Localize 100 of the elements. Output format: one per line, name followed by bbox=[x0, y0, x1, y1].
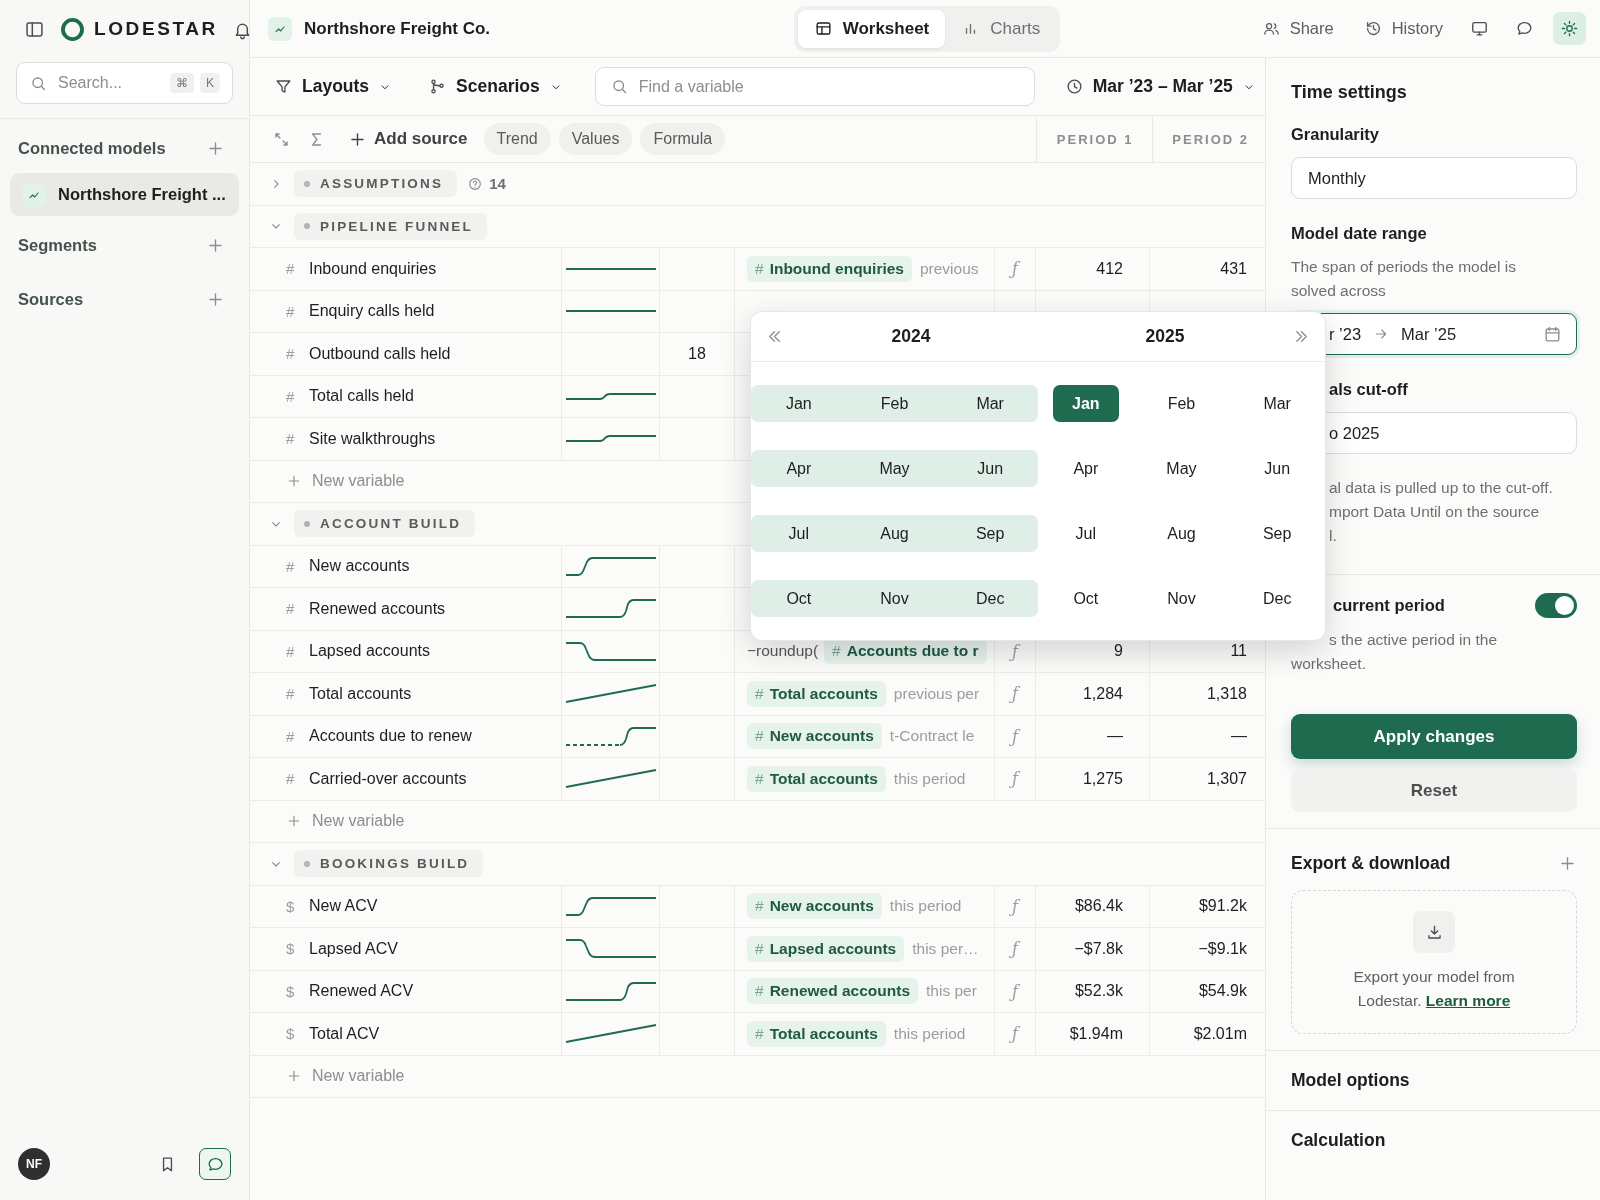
search-field[interactable]: Search... ⌘ K bbox=[16, 62, 233, 104]
month-option[interactable]: Aug bbox=[846, 515, 943, 552]
column-toggle[interactable]: Formula bbox=[640, 123, 726, 155]
help-icon bbox=[467, 175, 484, 192]
type-symbol: # bbox=[286, 642, 296, 660]
variable-name[interactable]: Inbound enquiries bbox=[309, 259, 437, 278]
formula-text: −roundup( bbox=[747, 642, 819, 661]
variable-name[interactable]: Total ACV bbox=[309, 1024, 380, 1043]
section-title: Connected models bbox=[18, 138, 166, 158]
variable-chip[interactable]: # Total accounts bbox=[747, 765, 886, 792]
user-avatar[interactable]: NF bbox=[18, 1148, 50, 1180]
variable-name[interactable]: Outbound calls held bbox=[309, 344, 451, 363]
view-tab[interactable]: Charts bbox=[945, 9, 1057, 48]
period-value: — bbox=[1231, 727, 1247, 746]
action-button[interactable]: History bbox=[1363, 19, 1443, 38]
view-tab[interactable]: Worksheet bbox=[797, 9, 946, 48]
variable-name[interactable]: Accounts due to renew bbox=[309, 727, 472, 746]
sun-button[interactable] bbox=[1553, 12, 1586, 45]
plus-icon[interactable] bbox=[1558, 854, 1577, 873]
variable-chip[interactable]: # Total accounts bbox=[747, 680, 886, 707]
month-option[interactable]: Nov bbox=[846, 580, 943, 617]
add-source-button[interactable]: Add source bbox=[348, 129, 468, 149]
dropdown-button[interactable]: Scenarios bbox=[428, 76, 563, 97]
type-symbol: $ bbox=[286, 940, 296, 958]
variable-name[interactable]: Carried-over accounts bbox=[309, 769, 467, 788]
variable-chip[interactable]: # Total accounts bbox=[747, 1020, 886, 1047]
section-title[interactable]: Model options bbox=[1291, 1070, 1577, 1091]
variable-name[interactable]: Total calls held bbox=[309, 387, 414, 406]
month-option[interactable]: Jun bbox=[942, 450, 1038, 487]
month-option[interactable]: Dec bbox=[942, 580, 1038, 617]
year-label: 2024 bbox=[890, 326, 932, 347]
month-option[interactable]: Sep bbox=[942, 515, 1038, 552]
column-toggle[interactable]: Values bbox=[558, 123, 633, 155]
month-option[interactable]: May bbox=[1148, 450, 1215, 487]
variable-name[interactable]: Lapsed ACV bbox=[309, 939, 398, 958]
section-title[interactable]: Calculation bbox=[1291, 1130, 1577, 1151]
group-label[interactable]: ACCOUNT BUILD bbox=[294, 510, 476, 538]
month-option[interactable]: Jan bbox=[751, 385, 847, 422]
variable-name[interactable]: Renewed accounts bbox=[309, 599, 446, 618]
sun-icon bbox=[1560, 19, 1579, 38]
dropdown-button[interactable]: Layouts bbox=[274, 76, 393, 97]
model-item[interactable]: Northshore Freight ... bbox=[10, 173, 239, 216]
export-description: Export your model from Lodestar. Learn more bbox=[1352, 967, 1516, 1011]
month-option[interactable]: Sep bbox=[1244, 515, 1311, 552]
variable-chip[interactable]: # New accounts bbox=[747, 723, 882, 750]
group-label[interactable]: BOOKINGS BUILD bbox=[294, 850, 484, 878]
month-option[interactable]: Apr bbox=[1052, 450, 1119, 487]
apply-button[interactable]: Apply changes bbox=[1291, 714, 1577, 759]
month-option[interactable]: Jan bbox=[1052, 385, 1119, 422]
group-label[interactable]: PIPELINE FUNNEL bbox=[294, 212, 487, 240]
month-option[interactable]: May bbox=[846, 450, 943, 487]
month-option[interactable]: Nov bbox=[1148, 580, 1215, 617]
toggle-switch[interactable] bbox=[1535, 593, 1577, 618]
learn-more-link[interactable]: Learn more bbox=[1425, 992, 1511, 1009]
variable-chip[interactable]: # Inbound enquiries bbox=[747, 255, 912, 282]
period-value: 1,318 bbox=[1206, 684, 1247, 703]
variable-chip[interactable]: # Renewed accounts bbox=[747, 978, 919, 1005]
variable-name[interactable]: Enquiry calls held bbox=[309, 302, 435, 321]
month-option[interactable]: Aug bbox=[1148, 515, 1215, 552]
formula-text: this per… bbox=[912, 939, 979, 958]
search-input[interactable]: Find a variable bbox=[638, 77, 1020, 96]
period-value: $54.9k bbox=[1198, 982, 1247, 1001]
variable-count: 14 bbox=[489, 175, 506, 193]
month-option[interactable]: Oct bbox=[1052, 580, 1119, 617]
search-field[interactable]: Find a variable bbox=[594, 67, 1035, 106]
granularity-field[interactable]: Monthly bbox=[1291, 157, 1577, 199]
reset-button[interactable]: Reset bbox=[1291, 769, 1577, 812]
chat-button[interactable] bbox=[199, 1148, 231, 1180]
month-option[interactable]: Oct bbox=[751, 580, 847, 617]
month-option[interactable]: Apr bbox=[751, 450, 847, 487]
download-button[interactable] bbox=[1413, 911, 1455, 953]
variable-name[interactable]: Site walkthroughs bbox=[309, 429, 436, 448]
variable-chip[interactable]: # New accounts bbox=[747, 893, 882, 920]
group-label[interactable]: ASSUMPTIONS bbox=[294, 170, 458, 198]
month-option[interactable]: Mar bbox=[942, 385, 1038, 422]
variable-name[interactable]: New accounts bbox=[309, 557, 410, 576]
help-text: mport Data Until on the source bbox=[1328, 502, 1541, 522]
month-option[interactable]: Jul bbox=[751, 515, 847, 552]
section-title: Export & download bbox=[1291, 853, 1451, 874]
variable-name[interactable]: New ACV bbox=[309, 897, 378, 916]
period-value: 1,275 bbox=[1082, 769, 1123, 788]
month-option[interactable]: Feb bbox=[1148, 385, 1215, 422]
variable-chip[interactable]: # Lapsed accounts bbox=[747, 935, 905, 962]
date-range-button[interactable]: Mar ’23 – Mar ’25 bbox=[1064, 76, 1256, 97]
period-value: 412 bbox=[1096, 259, 1123, 278]
variable-name[interactable]: Renewed ACV bbox=[309, 982, 414, 1001]
variable-name[interactable]: Total accounts bbox=[309, 684, 412, 703]
month-option[interactable]: Dec bbox=[1244, 580, 1311, 617]
action-button[interactable]: Share bbox=[1261, 19, 1334, 38]
variable-name[interactable]: Lapsed accounts bbox=[309, 642, 430, 661]
month-option[interactable]: Jul bbox=[1052, 515, 1119, 552]
month-option[interactable]: Feb bbox=[846, 385, 943, 422]
type-symbol: # bbox=[286, 770, 296, 788]
range-start: r ’23 bbox=[1329, 324, 1362, 344]
column-toggle[interactable]: Trend bbox=[483, 123, 551, 155]
type-symbol: $ bbox=[286, 1025, 296, 1043]
shortcut-key: K bbox=[200, 73, 220, 93]
search-input[interactable]: Search... bbox=[58, 74, 164, 92]
field-label: Granularity bbox=[1291, 125, 1381, 144]
clock-icon bbox=[1064, 77, 1084, 96]
